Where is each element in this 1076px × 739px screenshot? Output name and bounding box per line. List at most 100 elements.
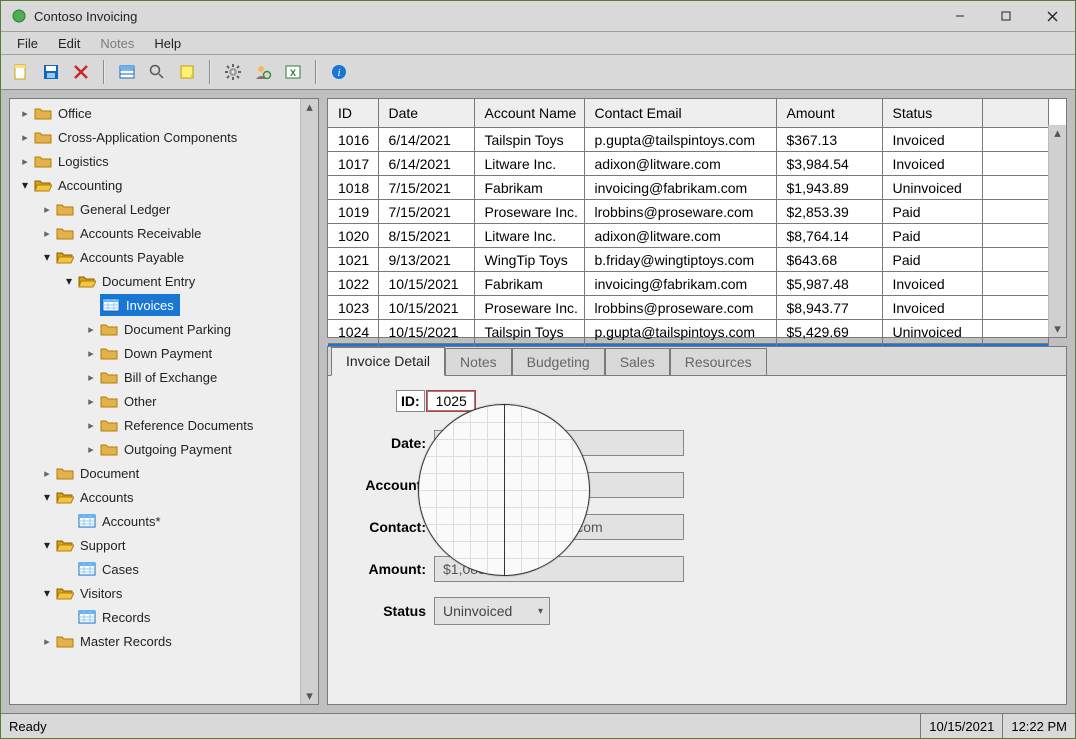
grid-cell: invoicing@fabrikam.com xyxy=(584,176,776,200)
grid-header-date[interactable]: Date xyxy=(378,99,474,128)
grid-cell: 1016 xyxy=(328,128,378,152)
grid-row[interactable]: 10187/15/2021Fabrikaminvoicing@fabrikam.… xyxy=(328,176,1049,200)
grid-row[interactable]: 10219/13/2021WingTip Toysb.friday@wingti… xyxy=(328,248,1049,272)
folder-icon xyxy=(100,441,118,457)
grid-row[interactable]: 102310/15/2021Proseware Inc.lrobbins@pro… xyxy=(328,296,1049,320)
tree-item-label: Records xyxy=(102,610,150,625)
caret-open-icon[interactable] xyxy=(40,586,54,600)
menu-file[interactable]: File xyxy=(7,34,48,53)
caret-closed-icon[interactable] xyxy=(84,322,98,336)
tab-resources[interactable]: Resources xyxy=(670,348,767,376)
caret-open-icon[interactable] xyxy=(40,490,54,504)
caret-open-icon[interactable] xyxy=(40,250,54,264)
grid-row[interactable]: 102210/15/2021Fabrikaminvoicing@fabrikam… xyxy=(328,272,1049,296)
new-doc-icon xyxy=(12,63,30,81)
tree-item[interactable]: Office xyxy=(10,101,300,125)
caret-closed-icon[interactable] xyxy=(84,370,98,384)
grid-header-status[interactable]: Status xyxy=(882,99,982,128)
grid-header-id[interactable]: ID xyxy=(328,99,378,128)
tree-item[interactable]: Master Records xyxy=(10,629,300,653)
grid-row[interactable]: 102410/15/2021Tailspin Toysp.gupta@tails… xyxy=(328,320,1049,344)
tree-item[interactable]: Bill of Exchange xyxy=(10,365,300,389)
caret-closed-icon[interactable] xyxy=(40,634,54,648)
table-button[interactable] xyxy=(113,58,141,86)
tree-item[interactable]: Document xyxy=(10,461,300,485)
tree-item[interactable]: Visitors xyxy=(10,581,300,605)
grid-scrollbar[interactable]: ▴ ▾ xyxy=(1048,125,1066,337)
tree-item[interactable]: Cross-Application Components xyxy=(10,125,300,149)
tree-item[interactable]: Accounting xyxy=(10,173,300,197)
navigation-tree[interactable]: OfficeCross-Application ComponentsLogist… xyxy=(10,99,300,704)
scroll-up-icon[interactable]: ▴ xyxy=(1054,125,1061,141)
invoice-grid[interactable]: IDDateAccount NameContact EmailAmountSta… xyxy=(328,99,1049,368)
save-icon xyxy=(42,63,60,81)
tree-item[interactable]: General Ledger xyxy=(10,197,300,221)
menu-help[interactable]: Help xyxy=(144,34,191,53)
note-button[interactable] xyxy=(173,58,201,86)
tree-item-label: Cases xyxy=(102,562,139,577)
tree-item[interactable]: Accounts xyxy=(10,485,300,509)
scroll-down-icon[interactable]: ▾ xyxy=(1054,321,1061,337)
save-button[interactable] xyxy=(37,58,65,86)
grid-cell-spacer xyxy=(982,128,1049,152)
caret-closed-icon[interactable] xyxy=(40,466,54,480)
minimize-button[interactable] xyxy=(937,1,983,31)
info-button[interactable]: i xyxy=(325,58,353,86)
tree-item[interactable]: Support xyxy=(10,533,300,557)
caret-open-icon[interactable] xyxy=(62,274,76,288)
caret-open-icon[interactable] xyxy=(18,178,32,192)
delete-button[interactable] xyxy=(67,58,95,86)
tree-item[interactable]: Outgoing Payment xyxy=(10,437,300,461)
tree-item-label: Master Records xyxy=(80,634,172,649)
grid-header-account-name[interactable]: Account Name xyxy=(474,99,584,128)
menu-notes[interactable]: Notes xyxy=(90,34,144,53)
tree-scrollbar[interactable]: ▴ ▾ xyxy=(300,99,318,704)
tree-item[interactable]: Cases xyxy=(10,557,300,581)
caret-closed-icon[interactable] xyxy=(84,418,98,432)
search-button[interactable] xyxy=(143,58,171,86)
caret-closed-icon[interactable] xyxy=(18,106,32,120)
tree-item[interactable]: Accounts* xyxy=(10,509,300,533)
user-button[interactable] xyxy=(249,58,277,86)
grid-cell: $8,943.77 xyxy=(776,296,882,320)
grid-row[interactable]: 10176/14/2021Litware Inc.adixon@litware.… xyxy=(328,152,1049,176)
tab-budgeting[interactable]: Budgeting xyxy=(512,348,605,376)
grid-row[interactable]: 10166/14/2021Tailspin Toysp.gupta@tailsp… xyxy=(328,128,1049,152)
tree-item[interactable]: Reference Documents xyxy=(10,413,300,437)
new-doc-button[interactable] xyxy=(7,58,35,86)
grid-header-amount[interactable]: Amount xyxy=(776,99,882,128)
caret-closed-icon[interactable] xyxy=(18,154,32,168)
caret-closed-icon[interactable] xyxy=(84,442,98,456)
grid-header-contact-email[interactable]: Contact Email xyxy=(584,99,776,128)
menu-edit[interactable]: Edit xyxy=(48,34,90,53)
scroll-up-icon[interactable]: ▴ xyxy=(301,99,318,115)
tab-sales[interactable]: Sales xyxy=(605,348,670,376)
close-button[interactable] xyxy=(1029,1,1075,31)
tree-item[interactable]: Down Payment xyxy=(10,341,300,365)
tree-item[interactable]: Other xyxy=(10,389,300,413)
tree-item[interactable]: Invoices xyxy=(10,293,300,317)
tree-item[interactable]: Records xyxy=(10,605,300,629)
maximize-button[interactable] xyxy=(983,1,1029,31)
caret-closed-icon[interactable] xyxy=(40,226,54,240)
tree-item[interactable]: Document Parking xyxy=(10,317,300,341)
tree-item[interactable]: Accounts Receivable xyxy=(10,221,300,245)
tab-notes[interactable]: Notes xyxy=(445,348,512,376)
tree-item[interactable]: Accounts Payable xyxy=(10,245,300,269)
grid-cell: 8/15/2021 xyxy=(378,224,474,248)
scroll-down-icon[interactable]: ▾ xyxy=(301,688,318,704)
caret-closed-icon[interactable] xyxy=(18,130,32,144)
gear-button[interactable] xyxy=(219,58,247,86)
caret-open-icon[interactable] xyxy=(40,538,54,552)
excel-button[interactable]: X xyxy=(279,58,307,86)
caret-closed-icon[interactable] xyxy=(84,394,98,408)
detail-status-dropdown[interactable]: Uninvoiced ▾ xyxy=(434,597,550,625)
magnifier-overlay[interactable]: 10/1 xyxy=(418,404,590,576)
tab-invoice-detail[interactable]: Invoice Detail xyxy=(331,347,445,376)
tree-item[interactable]: Document Entry xyxy=(10,269,300,293)
caret-closed-icon[interactable] xyxy=(84,346,98,360)
caret-closed-icon[interactable] xyxy=(40,202,54,216)
tree-item[interactable]: Logistics xyxy=(10,149,300,173)
grid-row[interactable]: 10197/15/2021Proseware Inc.lrobbins@pros… xyxy=(328,200,1049,224)
grid-row[interactable]: 10208/15/2021Litware Inc.adixon@litware.… xyxy=(328,224,1049,248)
